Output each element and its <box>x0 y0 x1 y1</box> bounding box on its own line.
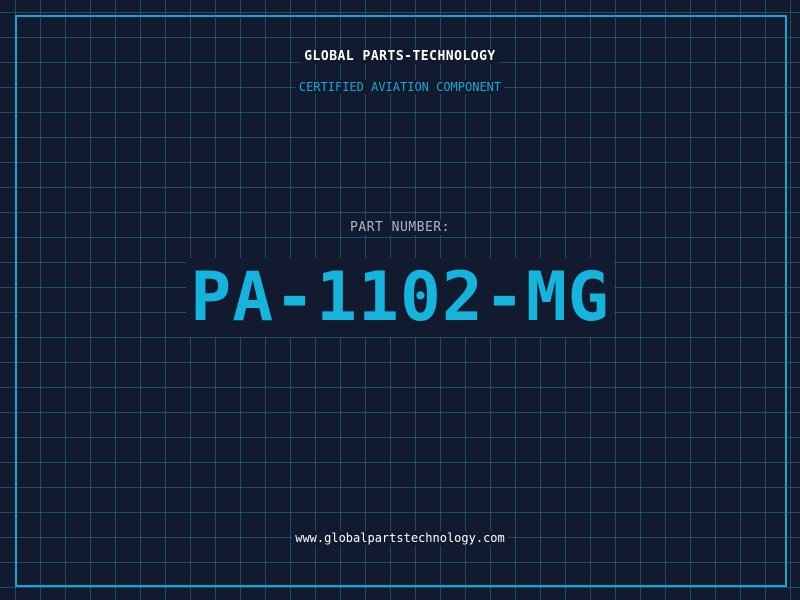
part-number-label-text: PART NUMBER: <box>347 220 453 235</box>
part-number-value-text: PA-1102-MG <box>186 258 614 337</box>
part-number-value: PA-1102-MG <box>0 258 800 338</box>
company-name-text: GLOBAL PARTS-TECHNOLOGY <box>301 49 499 64</box>
part-number-label: PART NUMBER: <box>0 220 800 235</box>
website-url: www.globalpartstechnology.com <box>0 531 800 545</box>
website-url-text: www.globalpartstechnology.com <box>292 531 508 545</box>
company-name: GLOBAL PARTS-TECHNOLOGY <box>0 49 800 64</box>
certification-tagline-text: CERTIFIED AVIATION COMPONENT <box>295 80 505 94</box>
certification-tagline: CERTIFIED AVIATION COMPONENT <box>0 80 800 94</box>
